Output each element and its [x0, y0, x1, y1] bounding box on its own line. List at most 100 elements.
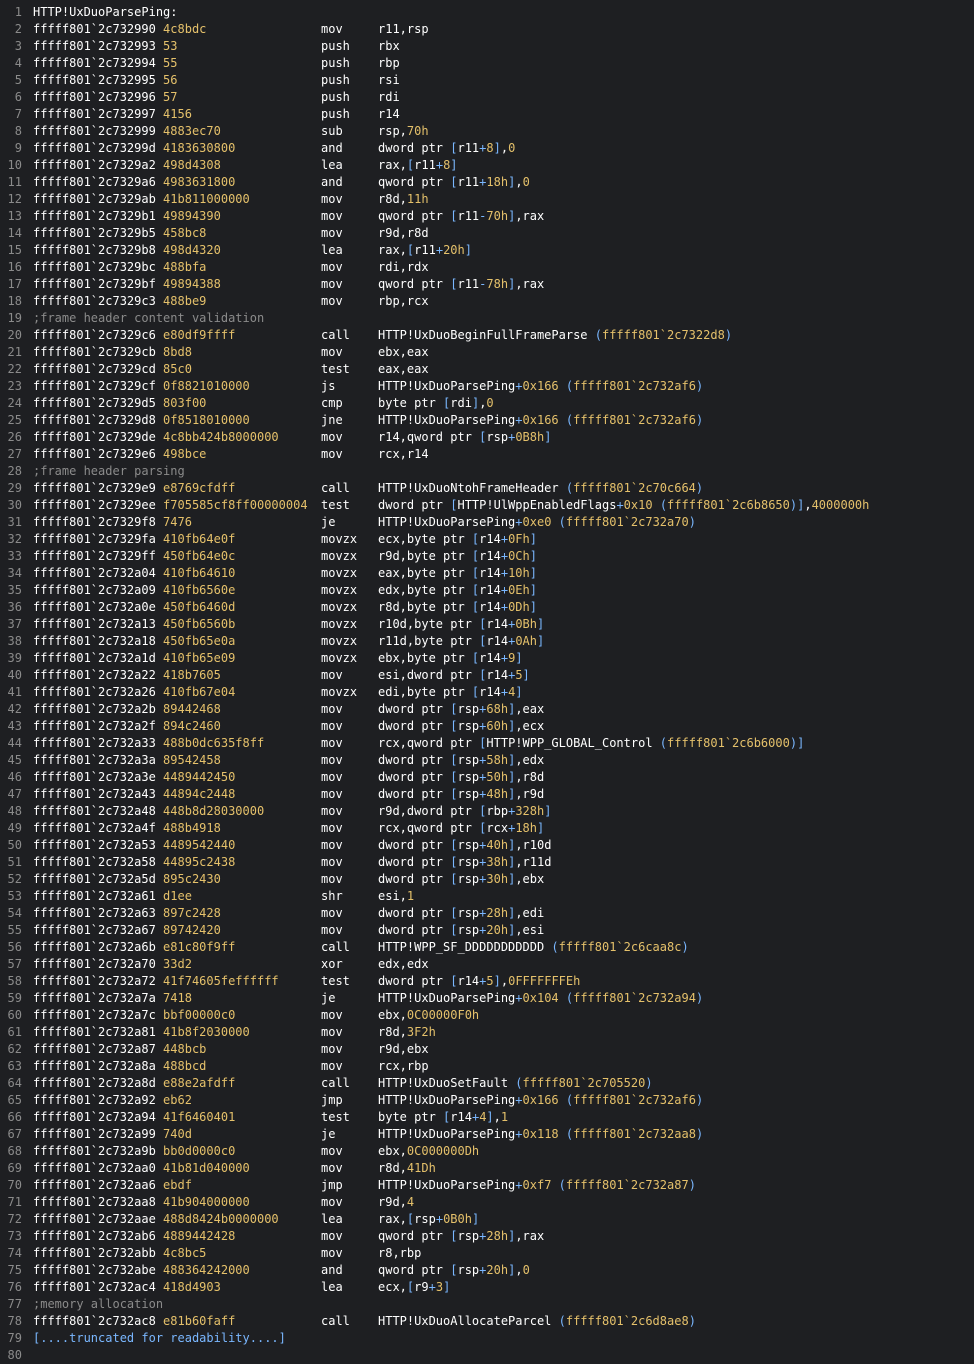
- code-line: 8 fffff801`2c732999 4883ec70 sub rsp,70h: [0, 123, 974, 140]
- operands: ebx,0C00000F0h: [378, 1008, 480, 1022]
- instruction-address: fffff801`2c7329d5 803f00: [33, 395, 206, 412]
- mnemonic: movzx: [321, 549, 358, 563]
- instruction-address: fffff801`2c7329cd 85c0: [33, 361, 192, 378]
- address-text: fffff801`2c732a4f: [33, 821, 164, 835]
- code-line: 24 fffff801`2c7329d5 803f00 cmp byte ptr [r…: [0, 395, 974, 412]
- line-number: 26: [7, 430, 22, 444]
- line-number: 74: [7, 1246, 22, 1260]
- address-text: fffff801`2c7329d8: [33, 413, 164, 427]
- code-line: 9 fffff801`2c73299d 4183630800 and dword pt…: [0, 140, 974, 157]
- code-line: 7 fffff801`2c732997 4156 push r14: [0, 106, 974, 123]
- operands: HTTP!UxDuoParsePing+0x118 (fffff801`2c73…: [378, 1127, 704, 1141]
- instruction-address: fffff801`2c732aae 488d8424b0000000: [33, 1211, 279, 1228]
- address-text: fffff801`2c732a26: [33, 685, 164, 699]
- code-line: 49 fffff801`2c732a4f 488b4918 mov rcx,qword…: [0, 820, 974, 837]
- mnemonic: push: [321, 73, 350, 87]
- code-line: 4 fffff801`2c732994 55 push rbp: [0, 55, 974, 72]
- code-line: 12 fffff801`2c7329ab 41b811000000 mov r8d,1…: [0, 191, 974, 208]
- opcode-bytes: e81c80f9ff: [163, 940, 236, 954]
- instruction-address: fffff801`2c732abe 488364242000: [33, 1262, 250, 1279]
- address-text: fffff801`2c732a09: [33, 583, 164, 597]
- address-text: fffff801`2c732aa0: [33, 1161, 164, 1175]
- line-number: 18: [7, 294, 22, 308]
- mnemonic: lea: [321, 1212, 343, 1226]
- line-number: 41: [7, 685, 22, 699]
- instruction-address: fffff801`2c7329b8 498d4320: [33, 242, 221, 259]
- instruction-address: fffff801`2c732a87 448bcb: [33, 1041, 206, 1058]
- line-number: 25: [7, 413, 22, 427]
- instruction-address: fffff801`2c732a99 740d: [33, 1126, 192, 1143]
- address-text: fffff801`2c732a99: [33, 1127, 164, 1141]
- opcode-bytes: 450fb6560b: [163, 617, 236, 631]
- opcode-bytes: 498d4308: [163, 158, 221, 172]
- instruction-address: fffff801`2c7329bc 488bfa: [33, 259, 206, 276]
- opcode-bytes: 895c2430: [163, 872, 221, 886]
- operands: HTTP!UxDuoSetFault (fffff801`2c705520): [378, 1076, 653, 1090]
- code-line: 72 fffff801`2c732aae 488d8424b0000000 lea r…: [0, 1211, 974, 1228]
- operands: HTTP!UxDuoParsePing+0xe0 (fffff801`2c732…: [378, 515, 696, 529]
- opcode-bytes: e8769cfdff: [163, 481, 236, 495]
- opcode-bytes: 89442468: [163, 702, 221, 716]
- address-text: fffff801`2c732a58: [33, 855, 164, 869]
- opcode-bytes: 8bd8: [163, 345, 192, 359]
- operands: HTTP!UxDuoNtohFrameHeader (fffff801`2c70…: [378, 481, 704, 495]
- line-number: 9: [14, 141, 22, 155]
- address-text: fffff801`2c732a92: [33, 1093, 164, 1107]
- operands: HTTP!UxDuoParsePing+0x166 (fffff801`2c73…: [378, 1093, 704, 1107]
- opcode-bytes: 57: [163, 90, 178, 104]
- instruction-address: fffff801`2c7329f8 7476: [33, 514, 192, 531]
- operands: eax,eax: [378, 362, 429, 376]
- address-text: fffff801`2c7329cb: [33, 345, 164, 359]
- code-line: 38 fffff801`2c732a18 450fb65e0a movzx r11d,…: [0, 633, 974, 650]
- code-line: 1 HTTP!UxDuoParsePing:: [0, 4, 974, 21]
- instruction-address: fffff801`2c7329fa 410fb64e0f: [33, 531, 235, 548]
- operands: rax,[r11+20h]: [378, 243, 472, 257]
- instruction-address: fffff801`2c732aa8 41b904000000: [33, 1194, 250, 1211]
- code-line: 47 fffff801`2c732a43 44894c2448 mov dword p…: [0, 786, 974, 803]
- mnemonic: mov: [321, 1025, 343, 1039]
- line-number: 80: [7, 1348, 22, 1362]
- instruction-address: fffff801`2c732a22 418b7605: [33, 667, 221, 684]
- instruction-address: fffff801`2c732997 4156: [33, 106, 192, 123]
- address-text: fffff801`2c7329cf: [33, 379, 164, 393]
- operands: r9d,4: [378, 1195, 415, 1209]
- code-line: 25 fffff801`2c7329d8 0f8518010000 jne HTTP!…: [0, 412, 974, 429]
- line-number: 62: [7, 1042, 22, 1056]
- code-line: 10 fffff801`2c7329a2 498d4308 lea rax,[r11+…: [0, 157, 974, 174]
- opcode-bytes: 410fb65e09: [163, 651, 236, 665]
- address-text: fffff801`2c7329cd: [33, 362, 164, 376]
- code-line: 78 fffff801`2c732ac8 e81b60faff call HTTP!U…: [0, 1313, 974, 1330]
- line-number: 42: [7, 702, 22, 716]
- operands: r8,rbp: [378, 1246, 422, 1260]
- code-line: 69 fffff801`2c732aa0 41b81d040000 mov r8d,4…: [0, 1160, 974, 1177]
- opcode-bytes: 56: [163, 73, 178, 87]
- operands: rcx,qword ptr [HTTP!WPP_GLOBAL_Control (…: [378, 736, 805, 750]
- instruction-address: fffff801`2c732ac4 418d4903: [33, 1279, 221, 1296]
- instruction-address: fffff801`2c732ab6 4889442428: [33, 1228, 235, 1245]
- code-line: 19 ;frame header content validation: [0, 310, 974, 327]
- mnemonic: mov: [321, 1195, 343, 1209]
- code-line: 46 fffff801`2c732a3e 4489442450 mov dword p…: [0, 769, 974, 786]
- address-text: fffff801`2c7329a2: [33, 158, 164, 172]
- operands: r14: [378, 107, 400, 121]
- opcode-bytes: 4c8bdc: [163, 22, 207, 36]
- line-number: 16: [7, 260, 22, 274]
- operands: r9d,r8d: [378, 226, 429, 240]
- mnemonic: mov: [321, 753, 343, 767]
- instruction-address: fffff801`2c7329cb 8bd8: [33, 344, 192, 361]
- line-number: 4: [14, 56, 22, 70]
- instruction-address: fffff801`2c7329c3 488be9: [33, 293, 206, 310]
- line-number: 21: [7, 345, 22, 359]
- mnemonic: mov: [321, 430, 343, 444]
- instruction-address: fffff801`2c7329e9 e8769cfdff: [33, 480, 235, 497]
- code-line: 27 fffff801`2c7329e6 498bce mov rcx,r14: [0, 446, 974, 463]
- operands: r14,qword ptr [rsp+0B8h]: [378, 430, 552, 444]
- mnemonic: shr: [321, 889, 343, 903]
- mnemonic: jmp: [321, 1093, 343, 1107]
- address-text: fffff801`2c7329bf: [33, 277, 164, 291]
- instruction-address: fffff801`2c7329de 4c8bb424b8000000: [33, 429, 279, 446]
- instruction-address: fffff801`2c732a6b e81c80f9ff: [33, 939, 235, 956]
- operands: r9d,ebx: [378, 1042, 429, 1056]
- line-number: 77: [7, 1297, 22, 1311]
- code-line: 56 fffff801`2c732a6b e81c80f9ff call HTTP!W…: [0, 939, 974, 956]
